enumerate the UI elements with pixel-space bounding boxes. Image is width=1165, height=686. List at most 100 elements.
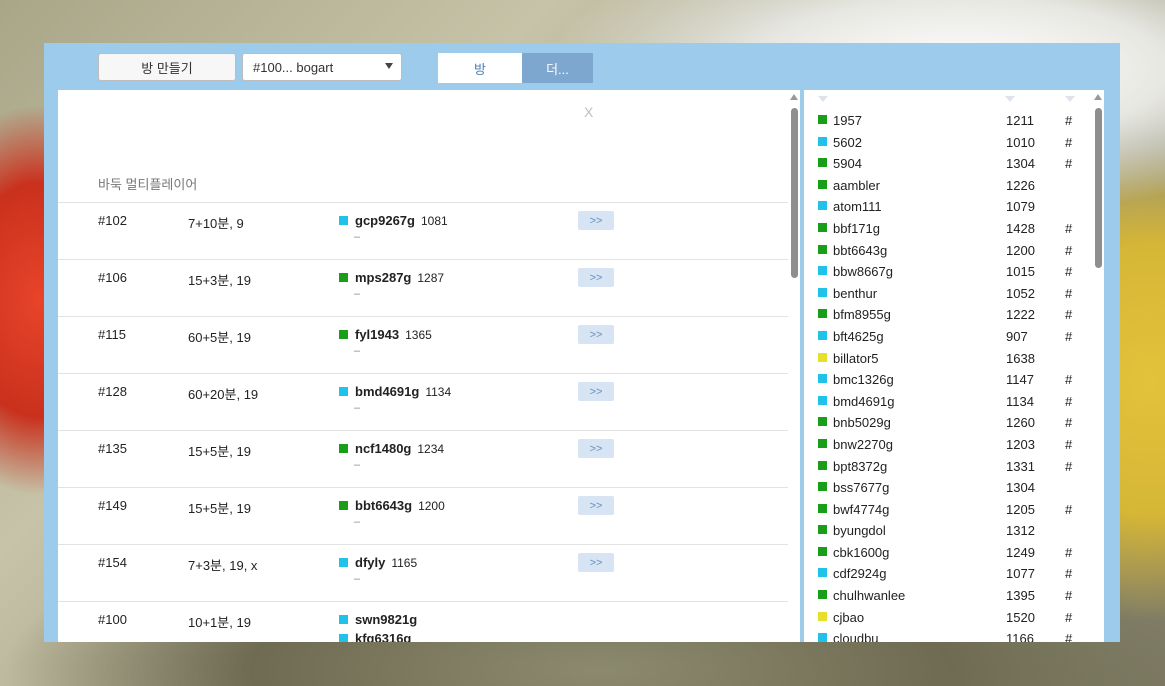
user-rating: 1077 xyxy=(1006,566,1035,582)
user-name: benthur xyxy=(833,285,878,301)
scroll-up-icon[interactable] xyxy=(790,94,798,100)
list-item[interactable]: bft4625g 907 # xyxy=(804,325,1104,347)
player[interactable]: fyl1943 1365 xyxy=(339,327,432,342)
join-button[interactable]: >> xyxy=(578,553,614,572)
sort-status-icon[interactable] xyxy=(1065,96,1075,102)
room-select[interactable]: #100... bogart xyxy=(242,53,402,81)
user-rating: 1331 xyxy=(1006,458,1035,474)
table-row[interactable]: #154 7+3분, 19, x dfyly 1165 – >> xyxy=(58,544,794,601)
status-dot xyxy=(818,330,827,340)
list-item[interactable]: bbf171g 1428 # xyxy=(804,217,1104,239)
status-dot xyxy=(818,546,827,556)
list-item[interactable]: 1957 1211 # xyxy=(804,109,1104,131)
user-rating: 1205 xyxy=(1006,501,1035,517)
list-item[interactable]: cjbao 1520 # xyxy=(804,606,1104,628)
list-item[interactable]: cbk1600g 1249 # xyxy=(804,541,1104,563)
list-item[interactable]: 5602 1010 # xyxy=(804,131,1104,153)
list-item[interactable]: bss7677g 1304 xyxy=(804,476,1104,498)
user-name: cbk1600g xyxy=(833,544,890,560)
time-control: 7+10분, 9 xyxy=(188,216,244,231)
user-name: cdf2924g xyxy=(833,566,887,582)
tab-room[interactable]: 방 xyxy=(438,53,522,83)
user-rating: 1134 xyxy=(1006,393,1034,409)
player-rating: 1287 xyxy=(417,270,445,285)
status-dot xyxy=(818,287,827,297)
player[interactable]: ncf1480g 1234 xyxy=(339,441,444,456)
room-list-scrollbar[interactable] xyxy=(788,90,800,642)
list-item[interactable]: chulhwanlee 1395 # xyxy=(804,584,1104,606)
player[interactable]: swn9821g xyxy=(339,612,423,627)
status-dot xyxy=(818,201,827,211)
player[interactable]: kfg6316g xyxy=(339,631,417,642)
table-row[interactable]: #149 15+5분, 19 bbt6643g 1200 – >> xyxy=(58,487,794,544)
player-rating: 1134 xyxy=(425,384,452,399)
list-item[interactable]: atom111 1079 xyxy=(804,195,1104,217)
room-id: #115 xyxy=(98,327,126,342)
player[interactable]: dfyly 1165 xyxy=(339,555,417,570)
join-button[interactable]: >> xyxy=(578,211,614,230)
user-rating: 1010 xyxy=(1006,134,1035,150)
join-button[interactable]: >> xyxy=(578,325,614,344)
player-name: fyl1943 xyxy=(355,327,400,342)
join-button[interactable]: >> xyxy=(578,382,614,401)
opponent-placeholder: – xyxy=(354,288,361,300)
list-item[interactable]: bfm8955g 1222 # xyxy=(804,303,1104,325)
sort-rating-icon[interactable] xyxy=(1005,96,1015,102)
user-rating: 1211 xyxy=(1006,113,1034,128)
table-row[interactable]: #100 10+1분, 19 swn9821g kfg6316g xyxy=(58,601,794,642)
list-item[interactable]: bnw2270g 1203 # xyxy=(804,433,1104,455)
list-item[interactable]: cloudbu 1166 # xyxy=(804,627,1104,642)
status-dot xyxy=(818,395,827,405)
user-status: # xyxy=(1065,242,1073,258)
scrollbar-thumb[interactable] xyxy=(1095,108,1102,268)
table-row[interactable]: #102 7+10분, 9 gcp9267g 1081 – >> xyxy=(58,202,794,259)
status-dot xyxy=(818,633,827,642)
room-id: #100 xyxy=(98,612,127,627)
room-list: #102 7+10분, 9 gcp9267g 1081 – >> #106 15+3분,… xyxy=(58,202,794,642)
scrollbar-thumb[interactable] xyxy=(791,108,798,278)
list-item[interactable]: byungdol 1312 xyxy=(804,519,1104,541)
user-rating: 1079 xyxy=(1006,199,1035,215)
list-item[interactable]: bnb5029g 1260 # xyxy=(804,411,1104,433)
table-row[interactable]: #128 60+20분, 19 bmd4691g 1134 – >> xyxy=(58,373,794,430)
list-item[interactable]: bwf4774g 1205 # xyxy=(804,498,1104,520)
list-item[interactable]: billator5 1638 xyxy=(804,347,1104,369)
list-item[interactable]: aambler 1226 xyxy=(804,174,1104,196)
player[interactable]: mps287g 1287 xyxy=(339,270,444,285)
tab-more[interactable]: 더... xyxy=(522,53,593,83)
list-item[interactable]: bmc1326g 1147 # xyxy=(804,368,1104,390)
join-button[interactable]: >> xyxy=(578,268,614,287)
user-rating: 1520 xyxy=(1006,609,1035,625)
user-rating: 1203 xyxy=(1006,436,1035,452)
sort-name-icon[interactable] xyxy=(818,96,828,102)
list-item[interactable]: benthur 1052 # xyxy=(804,282,1104,304)
player[interactable]: gcp9267g 1081 xyxy=(339,213,448,228)
player-name: mps287g xyxy=(355,270,412,285)
status-dot xyxy=(818,417,827,427)
table-row[interactable]: #135 15+5분, 19 ncf1480g 1234 – >> xyxy=(58,430,794,487)
list-item[interactable]: 5904 1304 # xyxy=(804,152,1104,174)
player[interactable]: bmd4691g 1134 xyxy=(339,384,451,399)
user-list-scrollbar[interactable] xyxy=(1092,90,1104,642)
player[interactable]: bbt6643g 1200 xyxy=(339,498,445,513)
user-status: # xyxy=(1065,501,1073,517)
join-button[interactable]: >> xyxy=(578,496,614,515)
page-title: 바둑 멀티플레이어 xyxy=(98,177,198,192)
user-name: bbt6643g xyxy=(833,242,888,258)
status-dot xyxy=(339,330,348,339)
list-item[interactable]: cdf2924g 1077 # xyxy=(804,562,1104,584)
room-id: #149 xyxy=(98,498,127,513)
table-row[interactable]: #115 60+5분, 19 fyl1943 1365 – >> xyxy=(58,316,794,373)
list-item[interactable]: bbt6643g 1200 # xyxy=(804,239,1104,261)
create-room-button[interactable]: 방 만들기 xyxy=(98,53,236,81)
list-item[interactable]: bpt8372g 1331 # xyxy=(804,455,1104,477)
table-row[interactable]: #106 15+3분, 19 mps287g 1287 – >> xyxy=(58,259,794,316)
list-item[interactable]: bbw8667g 1015 # xyxy=(804,260,1104,282)
close-icon[interactable]: X xyxy=(584,104,593,120)
list-item[interactable]: bmd4691g 1134 # xyxy=(804,390,1104,412)
scroll-up-icon[interactable] xyxy=(1094,94,1102,100)
join-button[interactable]: >> xyxy=(578,439,614,458)
user-name: cjbao xyxy=(833,609,865,625)
opponent-placeholder: – xyxy=(354,345,361,357)
user-rating: 1428 xyxy=(1006,220,1035,236)
